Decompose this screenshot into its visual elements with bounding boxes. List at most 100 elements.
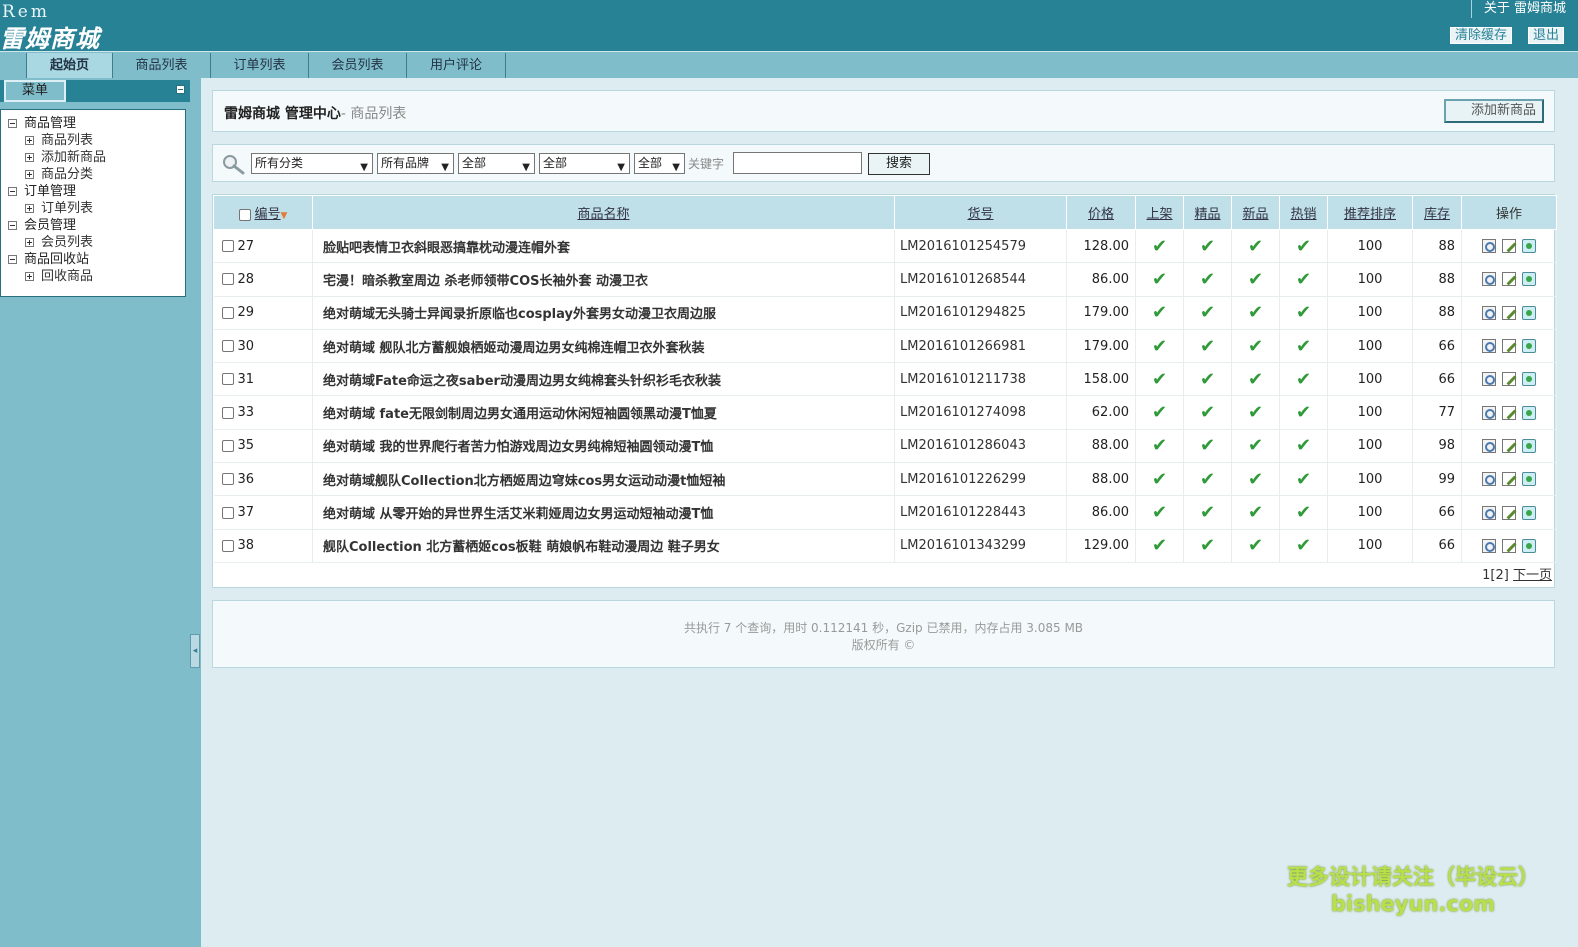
row-checkbox[interactable] bbox=[221, 340, 234, 353]
check-icon-best[interactable]: ✔ bbox=[1183, 362, 1232, 397]
col-id-label[interactable]: 编号 bbox=[255, 207, 281, 222]
col-on-sale-header[interactable]: 上架 bbox=[1135, 195, 1184, 230]
cell-name[interactable]: 绝对萌域 我的世界爬行者苦力怕游戏周边女男纯棉短袖圆领动漫T恤 bbox=[312, 429, 895, 464]
row-checkbox[interactable] bbox=[221, 273, 234, 286]
cell-sort[interactable]: 100 bbox=[1327, 495, 1413, 530]
cell-stock[interactable]: 66 bbox=[1412, 495, 1462, 530]
tab-home[interactable]: 起始页 bbox=[26, 53, 113, 78]
view-icon[interactable] bbox=[1482, 239, 1496, 254]
filter-select-2[interactable]: 全部 ▼ bbox=[539, 153, 630, 174]
cell-sort[interactable]: 100 bbox=[1327, 429, 1413, 464]
trash-icon[interactable] bbox=[1522, 305, 1536, 320]
check-icon-best[interactable]: ✔ bbox=[1183, 262, 1232, 297]
col-stock-header[interactable]: 库存 bbox=[1412, 195, 1462, 230]
trash-icon[interactable] bbox=[1522, 339, 1536, 354]
edit-icon[interactable] bbox=[1502, 372, 1516, 387]
cell-stock[interactable]: 66 bbox=[1412, 362, 1462, 397]
check-icon-hot[interactable]: ✔ bbox=[1279, 429, 1328, 464]
cell-price[interactable]: 179.00 bbox=[1066, 329, 1136, 364]
check-icon-on-sale[interactable]: ✔ bbox=[1135, 296, 1184, 330]
edit-icon[interactable] bbox=[1502, 538, 1516, 553]
cell-name[interactable]: 绝对萌域Fate命运之夜saber动漫周边男女纯棉套头针织衫毛衣秋装 bbox=[312, 362, 895, 397]
check-icon-hot[interactable]: ✔ bbox=[1279, 462, 1328, 497]
cell-stock[interactable]: 99 bbox=[1412, 462, 1462, 497]
sidebar-toggle-handle[interactable]: ◂ bbox=[190, 634, 200, 668]
cell-price[interactable]: 128.00 bbox=[1066, 229, 1136, 264]
cell-stock[interactable]: 77 bbox=[1412, 395, 1462, 430]
check-icon-best[interactable]: ✔ bbox=[1183, 462, 1232, 497]
check-icon-best[interactable]: ✔ bbox=[1183, 395, 1232, 430]
cell-sort[interactable]: 100 bbox=[1327, 262, 1413, 297]
check-icon-hot[interactable]: ✔ bbox=[1279, 362, 1328, 397]
check-icon-on-sale[interactable]: ✔ bbox=[1135, 329, 1184, 364]
cell-price[interactable]: 86.00 bbox=[1066, 262, 1136, 297]
check-icon-best[interactable]: ✔ bbox=[1183, 329, 1232, 364]
collapse-icon[interactable] bbox=[176, 85, 185, 94]
check-icon-on-sale[interactable]: ✔ bbox=[1135, 395, 1184, 430]
col-sort-label[interactable]: 推荐排序 bbox=[1344, 207, 1396, 222]
cell-sort[interactable]: 100 bbox=[1327, 229, 1413, 264]
cell-stock[interactable]: 66 bbox=[1412, 529, 1462, 563]
check-icon-best[interactable]: ✔ bbox=[1183, 429, 1232, 464]
brand-select[interactable]: 所有品牌 ▼ bbox=[377, 153, 454, 174]
col-sn-header[interactable]: 货号 bbox=[894, 195, 1067, 230]
logout-button[interactable]: 退出 bbox=[1527, 27, 1564, 44]
cell-stock[interactable]: 88 bbox=[1412, 296, 1462, 330]
tree-item-add-goods[interactable]: 添加新商品 bbox=[1, 149, 185, 166]
check-icon-on-sale[interactable]: ✔ bbox=[1135, 529, 1184, 563]
cell-sort[interactable]: 100 bbox=[1327, 296, 1413, 330]
check-icon-hot[interactable]: ✔ bbox=[1279, 262, 1328, 297]
check-icon-on-sale[interactable]: ✔ bbox=[1135, 462, 1184, 497]
edit-icon[interactable] bbox=[1502, 472, 1516, 487]
tree-group-goods[interactable]: 商品管理 bbox=[1, 115, 185, 132]
minus-icon[interactable] bbox=[8, 187, 17, 196]
cell-price[interactable]: 129.00 bbox=[1066, 529, 1136, 563]
cell-stock[interactable]: 88 bbox=[1412, 229, 1462, 264]
minus-icon[interactable] bbox=[8, 221, 17, 230]
cell-stock[interactable]: 98 bbox=[1412, 429, 1462, 464]
clear-cache-button[interactable]: 清除缓存 bbox=[1449, 27, 1512, 44]
check-icon-on-sale[interactable]: ✔ bbox=[1135, 495, 1184, 530]
cell-price[interactable]: 86.00 bbox=[1066, 495, 1136, 530]
check-icon-new[interactable]: ✔ bbox=[1231, 329, 1280, 364]
tab-goods-list[interactable]: 商品列表 bbox=[113, 53, 211, 78]
trash-icon[interactable] bbox=[1522, 538, 1536, 553]
check-icon-new[interactable]: ✔ bbox=[1231, 296, 1280, 330]
cell-sort[interactable]: 100 bbox=[1327, 395, 1413, 430]
check-icon-new[interactable]: ✔ bbox=[1231, 495, 1280, 530]
edit-icon[interactable] bbox=[1502, 272, 1516, 287]
col-hot-header[interactable]: 热销 bbox=[1279, 195, 1328, 230]
cell-name[interactable]: 舰队Collection 北方蓄栖姬cos板鞋 萌娘帆布鞋动漫周边 鞋子男女 bbox=[312, 529, 895, 563]
col-id-header[interactable]: 编号▼ bbox=[213, 195, 313, 230]
edit-icon[interactable] bbox=[1502, 339, 1516, 354]
check-icon-new[interactable]: ✔ bbox=[1231, 462, 1280, 497]
check-icon-best[interactable]: ✔ bbox=[1183, 229, 1232, 264]
check-icon-new[interactable]: ✔ bbox=[1231, 429, 1280, 464]
search-button[interactable]: 搜索 bbox=[868, 153, 930, 175]
tree-item-goods-list[interactable]: 商品列表 bbox=[1, 132, 185, 149]
cell-name[interactable]: 绝对萌域 从零开始的异世界生活艾米莉娅周边女男运动短袖动漫T恤 bbox=[312, 495, 895, 530]
tree-group-orders[interactable]: 订单管理 bbox=[1, 183, 185, 200]
row-checkbox[interactable] bbox=[221, 473, 234, 486]
cell-sort[interactable]: 100 bbox=[1327, 529, 1413, 563]
col-new-label[interactable]: 新品 bbox=[1242, 207, 1268, 222]
cell-name[interactable]: 绝对萌域舰队Collection北方栖姬周边穹妹cos男女运动动漫t恤短袖 bbox=[312, 462, 895, 497]
trash-icon[interactable] bbox=[1522, 239, 1536, 254]
check-icon-hot[interactable]: ✔ bbox=[1279, 296, 1328, 330]
tree-item-goods-category[interactable]: 商品分类 bbox=[1, 166, 185, 183]
row-checkbox[interactable] bbox=[221, 373, 234, 386]
view-icon[interactable] bbox=[1482, 505, 1496, 520]
cell-sort[interactable]: 100 bbox=[1327, 329, 1413, 364]
cell-name[interactable]: 绝对萌域 舰队北方蓄舰娘栖姬动漫周边男女纯棉连帽卫衣外套秋装 bbox=[312, 329, 895, 364]
edit-icon[interactable] bbox=[1502, 239, 1516, 254]
cell-name[interactable]: 宅漫！暗杀教室周边 杀老师领带COS长袖外套 动漫卫衣 bbox=[312, 262, 895, 297]
minus-icon[interactable] bbox=[8, 119, 17, 128]
cell-name[interactable]: 绝对萌域无头骑士异闻录折原临也cosplay外套男女动漫卫衣周边服 bbox=[312, 296, 895, 330]
row-checkbox[interactable] bbox=[221, 306, 234, 319]
check-icon-hot[interactable]: ✔ bbox=[1279, 495, 1328, 530]
tab-member-list[interactable]: 会员列表 bbox=[309, 53, 407, 78]
check-icon-best[interactable]: ✔ bbox=[1183, 495, 1232, 530]
trash-icon[interactable] bbox=[1522, 272, 1536, 287]
edit-icon[interactable] bbox=[1502, 405, 1516, 420]
check-icon-on-sale[interactable]: ✔ bbox=[1135, 262, 1184, 297]
